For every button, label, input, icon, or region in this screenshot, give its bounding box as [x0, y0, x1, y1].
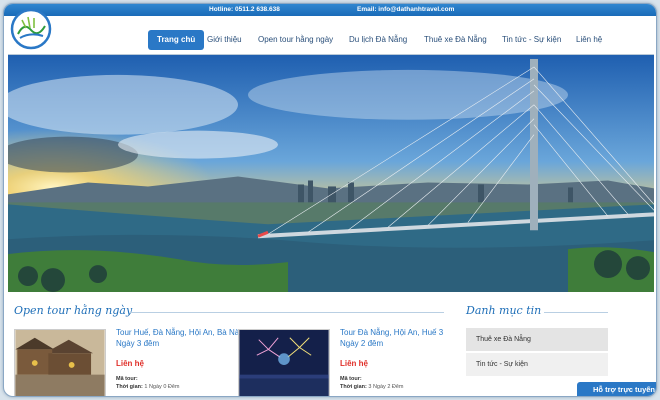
site-logo[interactable] [10, 8, 52, 50]
top-info-bar: Hotline: 0511.2 638.638 Email: info@dath… [4, 4, 656, 16]
main-navigation: Trang chủ Giới thiệu Open tour hằng ngày… [4, 16, 656, 56]
category-heading: Danh mục tin [466, 304, 542, 317]
nav-danang-travel[interactable]: Du lịch Đà Nẵng [340, 30, 416, 50]
nav-about[interactable]: Giới thiệu [198, 30, 251, 50]
nav-contact[interactable]: Liên hệ [567, 30, 611, 50]
nav-news[interactable]: Tin tức - Sự kiện [493, 30, 570, 50]
nav-home[interactable]: Trang chủ [148, 30, 205, 50]
tour-price-2: Liên hệ [340, 359, 369, 368]
tour-price-1: Liên hệ [116, 359, 145, 368]
hero-banner-image [8, 54, 654, 292]
tour-thumbnail-fireworks[interactable] [238, 329, 330, 397]
browser-frame: Hotline: 0511.2 638.638 Email: info@dath… [3, 3, 657, 397]
tour-title-2[interactable]: Tour Đà Nẵng, Hội An, Huế 3 Ngày 2 đêm [340, 327, 452, 349]
tour-title-1[interactable]: Tour Huế, Đà Nẵng, Hội An, Bà Nà 4 Ngày … [116, 327, 246, 349]
open-tour-heading: Open tour hằng ngày [14, 304, 133, 317]
nav-open-tour[interactable]: Open tour hằng ngày [249, 30, 342, 50]
category-divider [544, 312, 608, 313]
online-support-button[interactable]: Hỗ trợ trực tuyến [577, 382, 656, 396]
hotline-text: Hotline: 0511.2 638.638 [209, 6, 280, 13]
tour-code-1: Mã tour: [116, 376, 138, 382]
category-item-car-rental[interactable]: Thuê xe Đà Nẵng [466, 328, 608, 352]
tour-thumbnail-hoian[interactable] [14, 329, 106, 397]
nav-car-rental[interactable]: Thuê xe Đà Nẵng [415, 30, 496, 50]
tour-code-2: Mã tour: [340, 376, 362, 382]
heading-divider [130, 312, 444, 313]
tour-time-2: Thời gian: 3 Ngày 2 Đêm [340, 384, 404, 390]
tour-time-1: Thời gian: 1 Ngày 0 Đêm [116, 384, 180, 390]
email-text: Email: info@dathanhtravel.com [357, 6, 455, 13]
category-item-news[interactable]: Tin tức - Sự kiện [466, 353, 608, 377]
